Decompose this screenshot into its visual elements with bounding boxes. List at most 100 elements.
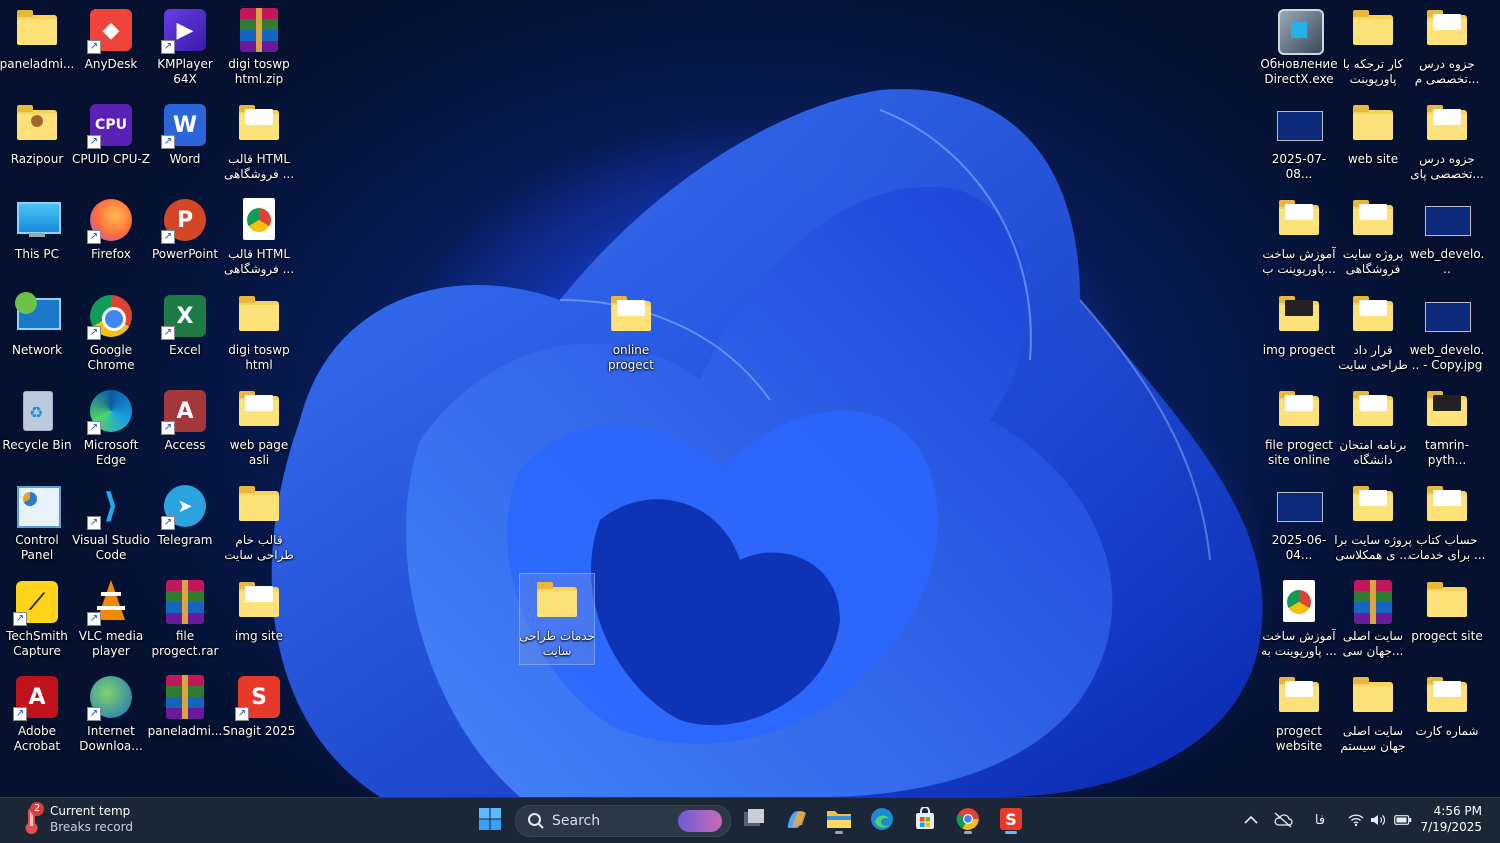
desktop-icon-paneladmin-rar[interactable]: paneladmi... bbox=[148, 669, 222, 759]
desktop-icon-visual-studio-code[interactable]: ⟩ ↗ Visual Studio Code bbox=[72, 478, 150, 568]
desktop-icon-digi-toswp-html[interactable]: digi toswp html bbox=[222, 288, 296, 378]
desktop-icon-web-page-asli[interactable]: web page asli bbox=[222, 383, 296, 473]
desktop-icon-html-template-2[interactable]: قالب HTML فروشگاهی ... bbox=[222, 192, 296, 282]
desktop-icon-site-design-services[interactable]: خدمات طراحی سایت bbox=[519, 573, 595, 665]
chrome-button[interactable] bbox=[951, 803, 985, 835]
desktop-icon-img-site[interactable]: img site bbox=[222, 574, 296, 664]
desktop-icon-ppt-tutorial-chrome[interactable]: آموزش ساخت پاورپوینت به ... bbox=[1261, 574, 1337, 664]
desktop-icon-label: progect site bbox=[1411, 629, 1483, 643]
desktop-icon-kmplayer[interactable]: ▶ ↗ KMPlayer 64X bbox=[148, 2, 222, 92]
clock[interactable]: 4:56 PM 7/19/2025 bbox=[1402, 803, 1482, 835]
desktop-icon-label: حساب کتاب برای خدمات ... bbox=[1408, 533, 1486, 562]
desktop-icon-ppt-tutorial-folder[interactable]: آموزش ساخت پاورپوینت ب... bbox=[1262, 192, 1336, 282]
shortcut-arrow-icon: ↗ bbox=[235, 707, 249, 721]
volume-status[interactable] bbox=[1368, 810, 1388, 830]
input-language[interactable]: فا bbox=[1310, 810, 1330, 830]
microsoft-edge-icon: ↗ bbox=[87, 387, 135, 435]
desktop-icon-classmate-site-project[interactable]: پروژه سایت برا ی همکلاسی ... bbox=[1334, 478, 1412, 568]
desktop[interactable]: paneladmi... ◆ ↗ AnyDesk ▶ ↗ KMPlayer 64X digi … bbox=[0, 0, 1500, 797]
search-highlight-icon bbox=[678, 810, 722, 832]
desktop-icon-google-chrome[interactable]: ↗ Google Chrome bbox=[74, 288, 148, 378]
shortcut-arrow-icon: ↗ bbox=[87, 516, 101, 530]
weather-widget[interactable]: 2 Current temp Breaks record bbox=[18, 802, 158, 838]
desktop-icon-label: سایت اصلی جهان سی... bbox=[1342, 629, 1404, 658]
desktop-icon-powerpoint[interactable]: P ↗ PowerPoint bbox=[148, 192, 222, 282]
desktop-icon-telegram[interactable]: ➤ ↗ Telegram bbox=[148, 478, 222, 568]
edge-button[interactable] bbox=[865, 803, 899, 835]
desktop-icon-course-notes-2[interactable]: جزوه درس تخصصی پای... bbox=[1410, 97, 1484, 187]
chrome-icon bbox=[956, 808, 979, 830]
desktop-icon-access[interactable]: A ↗ Access bbox=[148, 383, 222, 473]
desktop-icon-internet-download[interactable]: ↗ Internet Downloa... bbox=[74, 669, 148, 759]
firefox-icon: ↗ bbox=[87, 196, 135, 244]
desktop-icon-file-progect-site-online[interactable]: file progect site online bbox=[1262, 383, 1336, 473]
file-explorer-button[interactable] bbox=[822, 803, 856, 835]
desktop-icon-html-template-1[interactable]: قالب HTML فروشگاهی ... bbox=[222, 97, 296, 187]
desktop-icon-tamrin-python[interactable]: tamrin-pyth... bbox=[1410, 383, 1484, 473]
desktop-icon-label: Internet Downloa... bbox=[79, 724, 143, 753]
desktop-icon-jahan-cc-main-site[interactable]: سایت اصلی جهان سی... bbox=[1336, 574, 1410, 664]
desktop-icon-online-progect[interactable]: online progect bbox=[594, 288, 668, 378]
desktop-icon-cpuid-cpu-z[interactable]: CPU ↗ CPUID CPU-Z bbox=[72, 97, 150, 187]
task-view-button[interactable] bbox=[737, 803, 771, 835]
desktop-icon-raw-site-template[interactable]: قالب خام طراحی سایت bbox=[222, 478, 296, 568]
telegram-icon: ➤ ↗ bbox=[161, 482, 209, 530]
desktop-icon-recycle-bin[interactable]: ♻ Recycle Bin bbox=[0, 383, 74, 473]
desktop-icon-progect-site[interactable]: progect site bbox=[1410, 574, 1484, 664]
desktop-icon-web-develop-jpg[interactable]: web_develo... bbox=[1410, 192, 1484, 282]
desktop-icon-video-2025-06-04[interactable]: 2025-06-04... bbox=[1262, 478, 1336, 568]
search-box[interactable]: Search bbox=[515, 805, 731, 837]
desktop-icon-excel[interactable]: X ↗ Excel bbox=[148, 288, 222, 378]
desktop-icon-word[interactable]: W ↗ Word bbox=[148, 97, 222, 187]
desktop-icon-digi-toswp-html-zip[interactable]: digi toswp html.zip bbox=[222, 2, 296, 92]
desktop-icon-microsoft-edge[interactable]: ↗ Microsoft Edge bbox=[74, 383, 148, 473]
desktop-icon-label: پروژه سایت فروشگاهی bbox=[1342, 247, 1404, 276]
desktop-icon-label: Microsoft Edge bbox=[83, 438, 139, 467]
vlc-icon: ↗ bbox=[87, 578, 135, 626]
shortcut-arrow-icon: ↗ bbox=[161, 40, 175, 54]
desktop-icon-course-notes-1[interactable]: جزوه درس تخصصی م... bbox=[1410, 2, 1484, 92]
start-button[interactable] bbox=[473, 803, 507, 835]
notification-badge: 2 bbox=[30, 802, 44, 816]
network-icon bbox=[13, 292, 61, 340]
desktop-icon-web-develop-copy[interactable]: web_develo... - Copy.jpg bbox=[1410, 288, 1484, 378]
desktop-icon-jahan-system-main-site[interactable]: سایت اصلی جهان سیستم bbox=[1336, 669, 1410, 759]
copilot-button[interactable] bbox=[779, 803, 813, 835]
desktop-icon-shop-site-project[interactable]: پروژه سایت فروشگاهی bbox=[1336, 192, 1410, 282]
wifi-status[interactable] bbox=[1346, 810, 1366, 830]
desktop-icon-directx-update[interactable]: Обновление DirectX.exe bbox=[1260, 2, 1338, 92]
show-hidden-icons[interactable] bbox=[1241, 810, 1261, 830]
desktop-icon-razipour[interactable]: Razipour bbox=[0, 97, 74, 187]
desktop-icon-card-number[interactable]: شماره کارت bbox=[1410, 669, 1484, 759]
desktop-icon-label: 2025-06-04... bbox=[1271, 533, 1327, 562]
snagit-button[interactable]: S bbox=[994, 803, 1028, 835]
access-icon: A ↗ bbox=[161, 387, 209, 435]
desktop-icon-adobe-acrobat[interactable]: A ↗ Adobe Acrobat bbox=[0, 669, 74, 759]
desktop-icon-book-account[interactable]: حساب کتاب برای خدمات ... bbox=[1408, 478, 1486, 568]
desktop-icon-label: paneladmi... bbox=[147, 724, 223, 738]
site-design-contract-icon bbox=[1349, 292, 1397, 340]
store-button[interactable] bbox=[908, 803, 942, 835]
desktop-icon-university-exam-schedule[interactable]: برنامه امتحان دانشگاه bbox=[1336, 383, 1410, 473]
desktop-icon-label: قالب خام طراحی سایت bbox=[224, 533, 294, 562]
desktop-icon-web-site[interactable]: web site bbox=[1336, 97, 1410, 187]
desktop-icon-label: progect website bbox=[1275, 724, 1323, 753]
desktop-icon-img-progect[interactable]: img progect bbox=[1262, 288, 1336, 378]
desktop-icon-site-design-contract[interactable]: قرار داد طراحی سایت bbox=[1336, 288, 1410, 378]
desktop-icon-paneladmin-folder[interactable]: paneladmi... bbox=[0, 2, 74, 92]
desktop-icon-progect-website[interactable]: progect website bbox=[1262, 669, 1336, 759]
desktop-icon-anydesk[interactable]: ◆ ↗ AnyDesk bbox=[74, 2, 148, 92]
desktop-icon-work-with-powerpoint[interactable]: کار ترجکه با پاورپوینت bbox=[1336, 2, 1410, 92]
shortcut-arrow-icon: ↗ bbox=[161, 230, 175, 244]
desktop-icon-techsmith-capture[interactable]: ⟋ ↗ TechSmith Capture bbox=[0, 574, 74, 664]
desktop-icon-control-panel[interactable]: Control Panel bbox=[0, 478, 74, 568]
desktop-icon-firefox[interactable]: ↗ Firefox bbox=[74, 192, 148, 282]
desktop-icon-vlc[interactable]: ↗ VLC media player bbox=[74, 574, 148, 664]
desktop-icon-network[interactable]: Network bbox=[0, 288, 74, 378]
desktop-icon-this-pc[interactable]: This PC bbox=[0, 192, 74, 282]
onedrive-status[interactable] bbox=[1273, 810, 1293, 830]
desktop-icon-file-progect-rar[interactable]: file progect.rar bbox=[148, 574, 222, 664]
desktop-icon-snagit[interactable]: S ↗ Snagit 2025 bbox=[222, 669, 296, 759]
desktop-icon-screenshot-2025-07-08[interactable]: 2025-07-08... bbox=[1262, 97, 1336, 187]
site-design-services-icon bbox=[533, 578, 581, 626]
